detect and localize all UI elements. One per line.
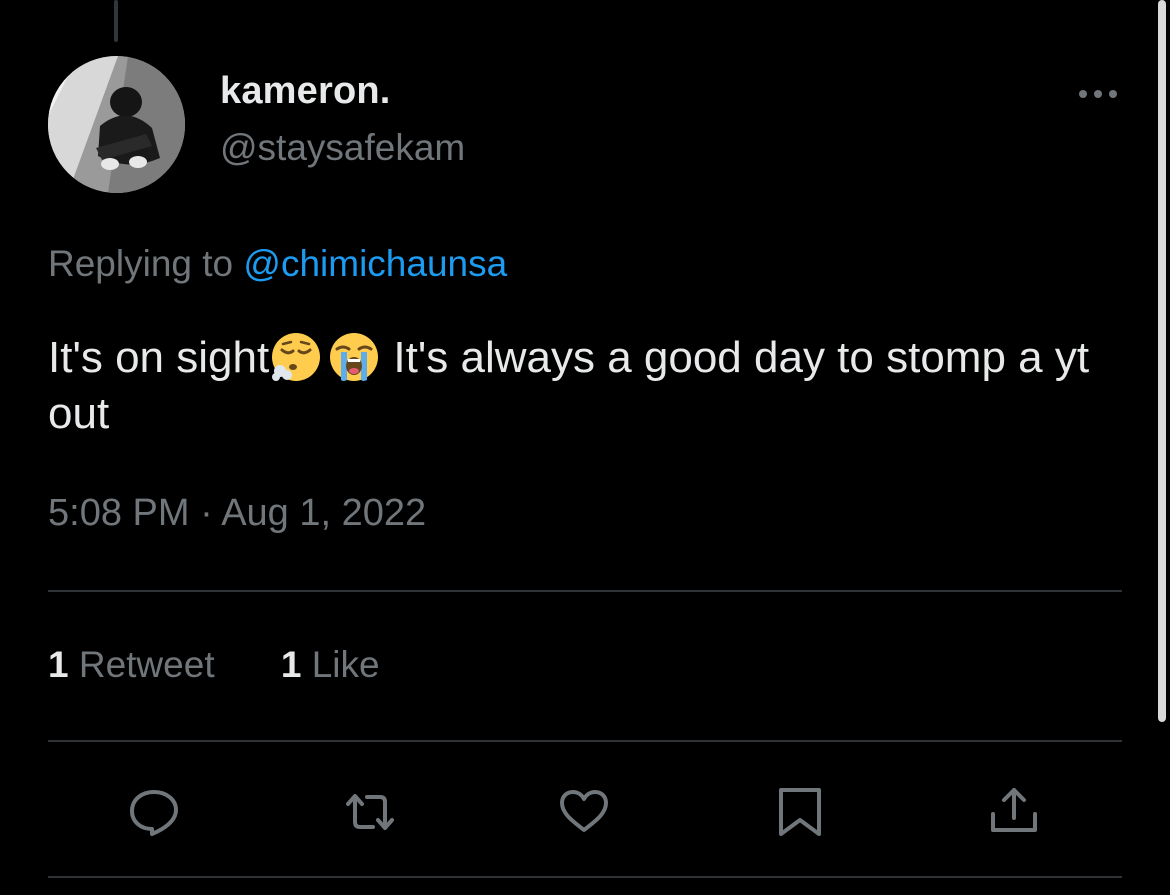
like-button[interactable] [554,782,614,842]
divider-top [48,590,1122,592]
like-icon [560,790,608,832]
tweet-text-part-1: It's on sight [48,333,270,382]
scrollbar[interactable] [1158,0,1166,722]
face-exhaling-icon [272,333,321,381]
bookmark-button[interactable] [770,782,830,842]
retweet-icon [346,794,394,830]
likes-label: Like [311,644,380,685]
avatar[interactable] [48,56,185,193]
author-display-name[interactable]: kameron. [220,70,391,113]
bookmark-icon [779,788,821,836]
reply-mention-link[interactable]: @chimichaunsa [243,243,507,284]
retweet-button[interactable] [340,782,400,842]
likes-count: 1 [280,644,302,685]
engagement-stats: 1 Retweet 1 Like [48,644,380,686]
retweets-stat[interactable]: 1 Retweet [48,644,215,686]
retweets-count: 1 [48,644,69,685]
avatar-photo [48,56,185,193]
more-options-button[interactable] [1068,70,1128,114]
divider-bottom [48,876,1122,878]
tweet-text: It's on sight It's always a good day to … [48,330,1108,442]
reply-button[interactable] [124,782,184,842]
share-icon [991,788,1037,832]
thread-connector-line [114,0,118,42]
divider-middle [48,740,1122,742]
replying-to-line: Replying to @chimichaunsa [48,243,507,285]
share-button[interactable] [984,782,1044,842]
loudly-crying-face-icon [330,333,379,381]
likes-stat[interactable]: 1 Like [281,644,380,686]
author-handle[interactable]: @staysafekam [220,127,465,169]
tweet-timestamp[interactable]: 5:08 PM · Aug 1, 2022 [48,492,426,535]
reply-icon [130,790,178,836]
more-dots-icon [1079,90,1117,98]
retweets-label: Retweet [78,644,215,685]
replying-to-label: Replying to [48,243,234,284]
